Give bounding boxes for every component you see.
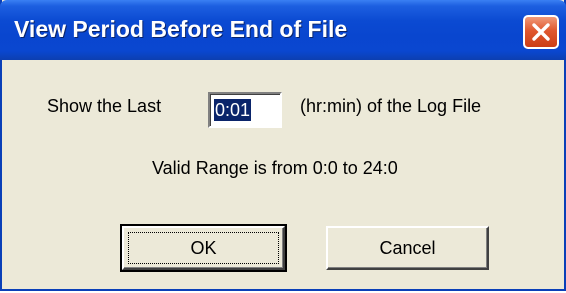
ok-button[interactable]: OK: [120, 224, 287, 272]
dialog-window: View Period Before End of File Show the …: [0, 0, 566, 291]
prompt-prefix-label: Show the Last: [47, 96, 162, 116]
close-icon: [532, 23, 550, 41]
cancel-button[interactable]: Cancel: [326, 226, 489, 270]
dialog-title: View Period Before End of File: [14, 16, 348, 42]
focus-rectangle: [128, 232, 279, 264]
valid-range-note: Valid Range is from 0:0 to 24:0: [152, 158, 398, 178]
prompt-suffix-label: (hr:min) of the Log File: [300, 96, 482, 116]
cancel-button-label: Cancel: [379, 238, 436, 258]
close-button[interactable]: [523, 15, 559, 49]
time-input-value: 0:01: [214, 99, 252, 121]
time-input[interactable]: 0:01: [208, 92, 282, 128]
title-bar[interactable]: View Period Before End of File: [0, 0, 566, 60]
